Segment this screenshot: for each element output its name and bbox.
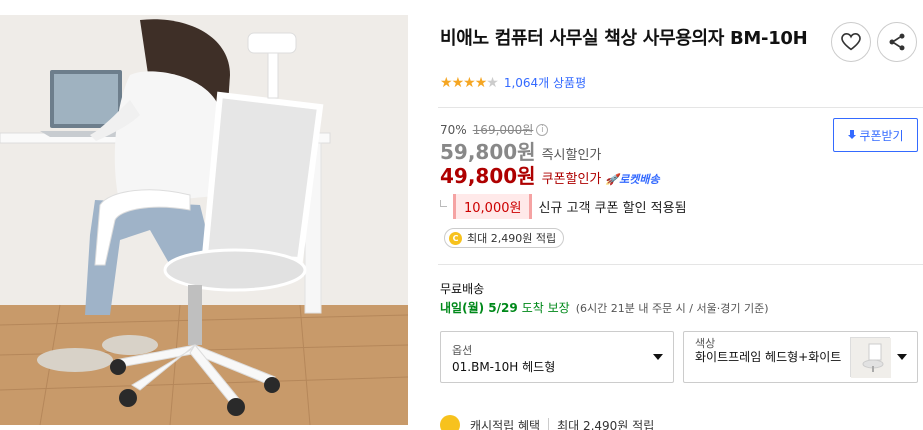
coupon-price-label: 쿠폰할인가: [541, 172, 602, 187]
color-select-value: 화이트프레임 헤드형+화이트: [695, 350, 842, 364]
option-select-label: 옵션: [452, 344, 473, 357]
delivery-date: 내일(월) 5/29: [440, 301, 518, 315]
delivery-note: (6시간 21분 내 주문 시 / 서울·경기 기준): [575, 302, 769, 315]
info-icon[interactable]: i: [536, 123, 549, 136]
color-select[interactable]: 색상 화이트프레임 헤드형+화이트: [683, 331, 918, 383]
coin-icon: [440, 415, 460, 430]
rating-summary: ★★★★★ 1,064개 상품평: [440, 74, 586, 91]
delivery-guarantee: 도착 보장: [521, 301, 570, 315]
star-icon: ★: [440, 74, 453, 91]
wishlist-button[interactable]: [831, 22, 871, 62]
product-info-panel: 비애노 컴퓨터 사무실 책상 사무용의자 BM-10H ★★★★★ 1,064개…: [438, 0, 923, 430]
product-image[interactable]: [0, 15, 408, 425]
star-icon: ★: [474, 74, 488, 91]
rocket-icon: 🚀: [605, 173, 620, 186]
option-thumbnail: [850, 337, 891, 378]
corner-mark: [440, 200, 447, 207]
star-rating: ★★★★★: [440, 74, 499, 91]
new-customer-amount: 10,000원: [453, 194, 533, 219]
rocket-label: 로켓배송: [619, 173, 660, 186]
share-icon: [889, 33, 905, 51]
star-icon: ★: [463, 74, 476, 91]
star-empty-icon: ★: [486, 74, 499, 91]
caret-down-icon: [653, 354, 663, 360]
shipping-title: 무료배송: [440, 282, 485, 296]
chair-thumbnail-icon: [851, 338, 891, 378]
coin-icon: C: [449, 231, 462, 245]
delivery-estimate: 내일(월) 5/29 도착 보장 (6시간 21분 내 주문 시 / 서울·경기…: [440, 299, 769, 316]
separator: [548, 418, 550, 430]
color-select-label: 색상: [695, 337, 716, 350]
coupon-download-label: 쿠폰받기: [859, 128, 904, 143]
new-customer-text: 신규 고객 쿠폰 할인 적용됨: [538, 201, 687, 216]
share-button[interactable]: [877, 22, 917, 62]
download-icon: [848, 130, 857, 139]
new-customer-coupon-row: 10,000원 신규 고객 쿠폰 할인 적용됨: [440, 194, 687, 219]
discount-rate: 70%: [440, 122, 467, 137]
divider: [438, 264, 923, 265]
product-title: 비애노 컴퓨터 사무실 책상 사무용의자 BM-10H: [440, 28, 808, 49]
cashback-footer-label: 캐시적립 혜택: [470, 418, 541, 430]
review-count-link[interactable]: 1,064개 상품평: [504, 74, 586, 91]
coupon-price-row: 49,800원 쿠폰할인가 🚀로켓배송: [440, 160, 660, 189]
divider: [438, 107, 923, 108]
coupon-download-button[interactable]: 쿠폰받기: [833, 118, 918, 152]
cashback-footer-value: 최대 2,490원 적립: [557, 418, 655, 430]
cashback-badge: C 최대 2,490원 적립: [444, 228, 565, 248]
cashback-text: 최대 2,490원 적립: [467, 232, 557, 245]
product-photo: [0, 15, 408, 425]
caret-down-icon: [897, 354, 907, 360]
cashback-footer: 캐시적립 혜택 최대 2,490원 적립: [440, 415, 654, 430]
option-select-value: 01.BM-10H 헤드형: [452, 360, 556, 374]
option-select[interactable]: 옵션 01.BM-10H 헤드형: [440, 331, 674, 383]
rocket-delivery-badge: 🚀로켓배송: [605, 171, 659, 187]
star-icon: ★: [451, 74, 465, 91]
coupon-price: 49,800원: [440, 164, 536, 188]
heart-icon: [841, 33, 861, 51]
